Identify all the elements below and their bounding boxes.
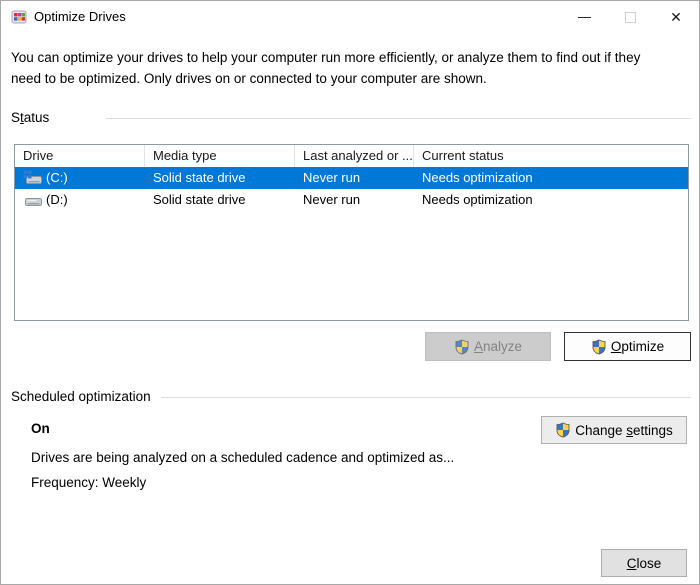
table-row-drive-c[interactable]: (C:) Solid state drive Never run Needs o… [15, 167, 688, 189]
change-settings-button[interactable]: Change settings [541, 416, 687, 444]
scheduled-state: On [31, 421, 50, 436]
drive-name: (D:) [46, 192, 68, 207]
drive-name: (C:) [46, 170, 68, 185]
scheduled-detail: Drives are being analyzed on a scheduled… [31, 450, 455, 465]
title-bar[interactable]: Optimize Drives ✕ [1, 1, 699, 33]
app-icon [11, 9, 27, 25]
maximize-icon [624, 11, 636, 23]
status-section-divider [106, 118, 691, 119]
current-status-cell: Needs optimization [422, 192, 533, 207]
minimize-button[interactable] [561, 1, 607, 33]
drives-list-header: Drive Media type Last analyzed or ... Cu… [15, 145, 688, 167]
column-header-drive[interactable]: Drive [15, 145, 145, 167]
current-status-cell: Needs optimization [422, 170, 533, 185]
maximize-button[interactable] [607, 1, 653, 33]
window-title: Optimize Drives [34, 9, 126, 24]
analyze-button-label: Analyze [473, 339, 523, 354]
close-button[interactable]: Close [601, 549, 687, 577]
optimize-button-label: Optimize [610, 339, 665, 354]
column-header-media-type[interactable]: Media type [145, 145, 295, 167]
close-window-button[interactable]: ✕ [653, 1, 699, 33]
last-analyzed-cell: Never run [303, 170, 361, 185]
optimize-button[interactable]: Optimize [564, 332, 691, 361]
drive-icon [23, 192, 43, 208]
close-icon: ✕ [670, 9, 682, 25]
analyze-button[interactable]: Analyze [425, 332, 551, 361]
change-settings-button-label: Change settings [575, 422, 673, 438]
drives-list: Drive Media type Last analyzed or ... Cu… [14, 144, 689, 321]
optimize-drives-dialog: Optimize Drives ✕ You can optimize your … [0, 0, 700, 585]
minimize-icon [577, 16, 591, 18]
table-row-drive-d[interactable]: (D:) Solid state drive Never run Needs o… [15, 189, 688, 211]
last-analyzed-cell: Never run [303, 192, 361, 207]
uac-shield-icon [591, 339, 607, 355]
system-drive-icon [23, 170, 43, 186]
column-header-last-analyzed[interactable]: Last analyzed or ... [295, 145, 414, 167]
uac-shield-icon [454, 339, 470, 355]
scheduled-section-label: Scheduled optimization [11, 389, 151, 404]
close-button-label: Close [626, 555, 662, 571]
scheduled-section-divider [161, 397, 691, 398]
dialog-description: You can optimize your drives to help you… [11, 50, 641, 86]
media-type-cell: Solid state drive [153, 170, 246, 185]
scheduled-frequency: Frequency: Weekly [31, 475, 147, 490]
uac-shield-icon [555, 422, 571, 438]
column-header-current-status[interactable]: Current status [414, 145, 688, 167]
media-type-cell: Solid state drive [153, 192, 246, 207]
status-section-label: Status [11, 110, 50, 125]
